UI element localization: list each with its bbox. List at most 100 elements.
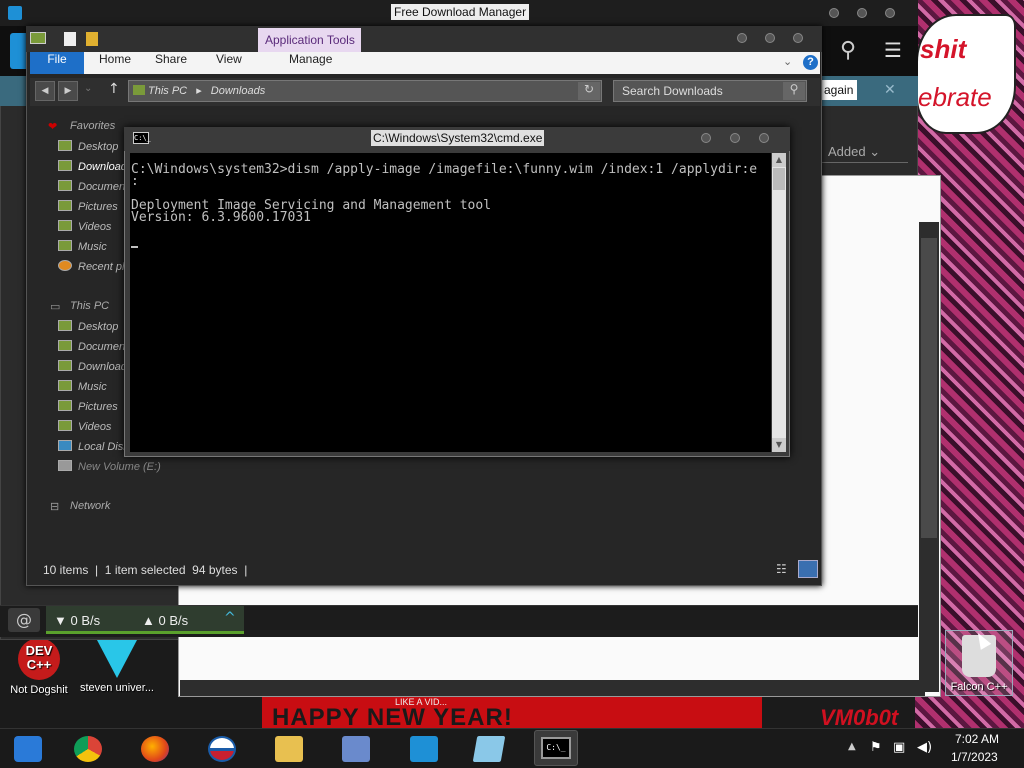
folder-icon — [30, 32, 46, 44]
nav-fav-pictures[interactable]: Pictures — [58, 200, 118, 213]
search-icon[interactable]: ⚲ — [783, 82, 805, 100]
taskbar-cmd[interactable]: C:\_ — [534, 730, 578, 766]
volume-icon[interactable]: ◀) — [917, 740, 932, 755]
snail-mode-icon[interactable]: @ — [8, 608, 40, 632]
tab-share[interactable]: Share — [155, 52, 187, 74]
computer-icon: ▭ — [50, 301, 61, 313]
nav-label: Videos — [78, 221, 112, 233]
nav-pc-downloads[interactable]: Downloads — [58, 360, 132, 373]
documents-icon — [58, 180, 72, 191]
videos-icon — [58, 420, 72, 431]
desktop-icon-steven-universe[interactable]: steven univer... — [80, 640, 154, 694]
nav-fav-music[interactable]: Music — [58, 240, 107, 253]
nav-pc-local-disk[interactable]: Local Disk — [58, 440, 129, 453]
search-icon[interactable]: ⚲ — [840, 38, 856, 63]
nav-label: Music — [78, 241, 107, 253]
back-button[interactable]: ◀ — [35, 81, 55, 101]
network-icon: ⊟ — [50, 501, 60, 513]
tab-home[interactable]: Home — [99, 52, 131, 74]
nav-pc-new-volume[interactable]: New Volume (E:) — [58, 460, 161, 473]
nav-pc-music[interactable]: Music — [58, 380, 107, 393]
taskbar-file-explorer[interactable] — [267, 730, 311, 766]
scroll-down-icon[interactable]: ▼ — [772, 438, 786, 452]
fdm-icon — [410, 736, 438, 762]
application-tools-label: Application Tools — [265, 33, 355, 47]
taskbar-fdm[interactable] — [402, 730, 446, 766]
chevron-up-icon[interactable]: ^ — [224, 610, 236, 626]
properties-icon[interactable] — [64, 32, 76, 46]
nav-favorites[interactable]: Favorites — [70, 120, 115, 132]
cmd-maximize-button[interactable] — [730, 133, 740, 143]
ribbon-expand-icon[interactable]: ⌄ — [783, 55, 792, 68]
taskbar-firefox[interactable] — [133, 730, 177, 766]
tray-expand-icon[interactable]: ▲ — [848, 741, 856, 752]
search-placeholder: Search Downloads — [622, 84, 723, 98]
downloads-icon — [58, 360, 72, 371]
nav-pc-videos[interactable]: Videos — [58, 420, 111, 433]
fdm-again-button[interactable]: again — [820, 80, 858, 100]
speech-bubble — [916, 14, 1016, 134]
cmd-icon: C:\_ — [133, 132, 151, 144]
console-cursor — [131, 246, 138, 248]
details-view-icon[interactable]: ☷ — [776, 562, 790, 576]
nav-pc-documents[interactable]: Documents — [58, 340, 134, 353]
nav-this-pc[interactable]: This PC — [70, 300, 109, 312]
action-center-flag-icon[interactable]: ⚑ — [870, 740, 882, 755]
nav-fav-videos[interactable]: Videos — [58, 220, 111, 233]
up-arrow-icon[interactable]: ↑ — [108, 81, 120, 97]
breadcrumb-downloads[interactable]: Downloads — [211, 85, 265, 97]
forward-button[interactable]: ▶ — [58, 81, 78, 101]
nav-pc-desktop[interactable]: Desktop — [58, 320, 118, 333]
nav-network[interactable]: Network — [70, 500, 110, 512]
explorer-maximize-button[interactable] — [765, 33, 775, 43]
fdm-window-title: Free Download Manager — [391, 4, 530, 20]
chrome-launcher-icon — [14, 736, 42, 762]
breadcrumb-this-pc[interactable]: This PC — [148, 85, 187, 97]
scrollbar-thumb[interactable] — [921, 238, 937, 538]
menu-icon[interactable]: ☰ — [884, 38, 902, 62]
cmd-scrollbar[interactable] — [772, 153, 786, 452]
download-speed: ▼ 0 B/s — [54, 613, 101, 628]
fdm-app-icon — [8, 6, 22, 20]
large-icons-view-icon[interactable] — [798, 560, 818, 578]
nav-fav-documents[interactable]: Documents — [58, 180, 134, 193]
nav-label: Desktop — [78, 141, 119, 153]
cmd-scrollbar-thumb[interactable] — [773, 168, 785, 190]
column-header-added[interactable]: Added ⌄ — [822, 142, 908, 163]
nav-fav-desktop[interactable]: Desktop — [58, 140, 118, 153]
cmd-minimize-button[interactable] — [701, 133, 711, 143]
explorer-minimize-button[interactable] — [737, 33, 747, 43]
network-icon[interactable]: ▣ — [893, 740, 905, 755]
nav-label: Desktop — [78, 321, 119, 333]
scroll-up-icon[interactable]: ▲ — [772, 153, 786, 167]
clock-time[interactable]: 7:02 AM — [955, 732, 999, 746]
close-icon[interactable]: ✕ — [884, 82, 896, 98]
nav-fav-downloads[interactable]: Downloads — [58, 160, 132, 173]
cmd-close-button[interactable] — [759, 133, 769, 143]
tab-file[interactable]: File — [30, 52, 84, 74]
tab-view[interactable]: View — [216, 52, 242, 74]
fdm-maximize-button[interactable] — [857, 8, 867, 18]
taskbar-obama-app[interactable] — [200, 730, 244, 766]
desktop-icon-devcpp[interactable]: DEV C++ Not Dogshit — [2, 638, 76, 696]
taskbar-network-users[interactable] — [334, 730, 378, 766]
clock-date[interactable]: 1/7/2023 — [951, 750, 998, 764]
new-folder-icon[interactable] — [86, 32, 98, 46]
taskbar-chrome[interactable] — [66, 730, 110, 766]
recent-locations-icon[interactable]: ⌄ — [84, 83, 92, 94]
fdm-minimize-button[interactable] — [829, 8, 839, 18]
fdm-close-button[interactable] — [885, 8, 895, 18]
explorer-status-text: 10 items | 1 item selected 94 bytes | — [43, 563, 248, 577]
ribbon-tabs — [30, 52, 820, 74]
taskbar-notepad[interactable] — [467, 730, 511, 766]
upload-speed-value: 0 B/s — [158, 613, 189, 628]
explorer-titlebar[interactable] — [26, 26, 822, 52]
desktop-icon-label: Not Dogshit — [10, 684, 68, 696]
taskbar-chrome-launcher[interactable] — [6, 730, 50, 766]
explorer-close-button[interactable] — [793, 33, 803, 43]
refresh-icon[interactable]: ↻ — [578, 82, 600, 100]
horizontal-scrollbar[interactable] — [180, 680, 925, 696]
nav-pc-pictures[interactable]: Pictures — [58, 400, 118, 413]
tab-manage[interactable]: Manage — [289, 52, 332, 74]
help-icon[interactable]: ? — [803, 55, 818, 70]
